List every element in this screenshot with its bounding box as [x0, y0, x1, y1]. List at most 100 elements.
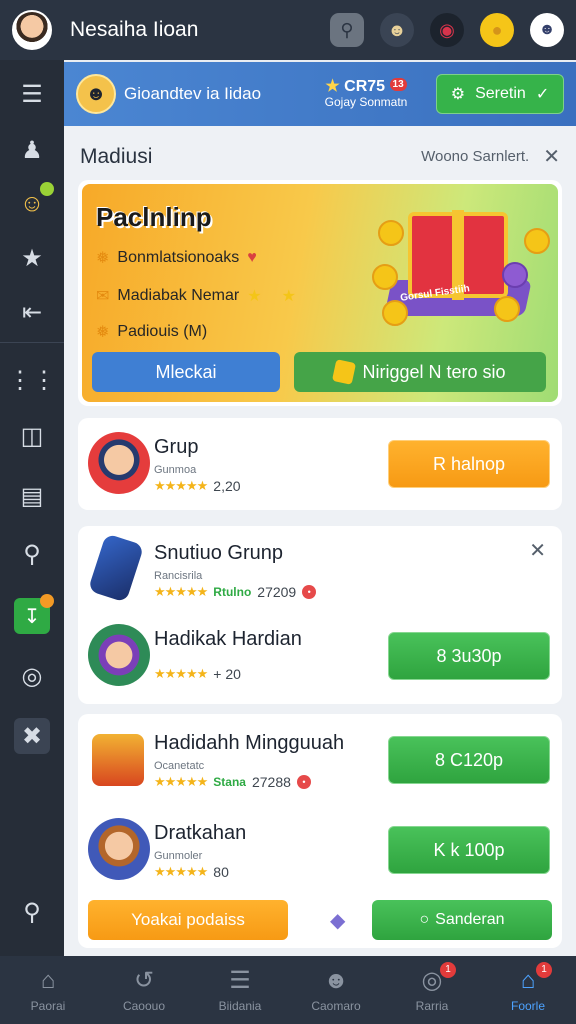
red-badge-icon: • — [296, 775, 311, 789]
send-button[interactable]: ○ Sanderan — [372, 900, 552, 940]
rank-count-badge: 13 — [389, 77, 407, 92]
swirl-icon: ↺ — [133, 967, 155, 994]
tools-icon[interactable]: ✖ — [14, 718, 50, 754]
item-action-button[interactable]: K k 100p — [388, 826, 550, 874]
section-header: Madiusi Woono Sarnlert. ✕ — [80, 144, 560, 169]
item-name: Hadikak Hardian — [154, 628, 302, 650]
promo-row: ❅ Padiouis (M) — [96, 323, 208, 341]
nav-item-swirl[interactable]: ↺ Caoouo — [96, 956, 192, 1024]
section-link[interactable]: Woono Sarnlert. — [421, 148, 529, 165]
folder-icon[interactable]: ▤ — [14, 478, 50, 514]
rating-stars: ★★★★★ — [154, 584, 208, 599]
coin-icon — [372, 264, 398, 290]
item-subtitle: Gunmoler — [154, 850, 203, 862]
profile-name: Gioandtev ia Iidao — [124, 84, 262, 103]
diamond-icon[interactable]: ◆ — [330, 908, 345, 933]
rank-info: ★ CR75 13 Gojay Sonmatn — [302, 77, 430, 110]
item-meta: ★★★★★ Rtulno 27209 • — [154, 584, 317, 600]
circle-icon: ○ — [419, 911, 430, 928]
avatar — [88, 818, 150, 880]
search-icon[interactable]: ⚲ — [330, 13, 364, 47]
nav-item-home-active[interactable]: ⌂ 1 Foorle — [480, 956, 576, 1024]
heart-icon: ♥ — [247, 249, 257, 266]
rating-stars: ★★★★★ — [154, 478, 208, 493]
item-name: Snutiuo Grunp — [154, 542, 283, 564]
reload-button[interactable]: Yoakai podaiss — [88, 900, 288, 940]
star-icon[interactable]: ★ — [14, 240, 50, 276]
item-subtitle: Ocanetatc — [154, 760, 205, 772]
bottom-nav: ⌂ Paorai ↺ Caoouo ☰ Biidania ☻ Caomaro ◎ 1 Rar… — [0, 956, 576, 1024]
chat-icon: ☰ — [229, 967, 251, 994]
settings-button-label: Seretin — [475, 85, 526, 102]
item-name: Grup — [154, 436, 199, 458]
avatar — [88, 432, 150, 494]
person-icon[interactable]: ♟ — [14, 132, 50, 168]
item-action-button[interactable]: 8 3u30p — [388, 632, 550, 680]
people-icon[interactable]: ☻ — [380, 13, 414, 47]
nav-item-chat[interactable]: ☰ Biidania — [192, 956, 288, 1024]
disc-icon[interactable]: ◎ — [14, 658, 50, 694]
promo-title: Paclnlinp — [96, 202, 212, 232]
item-action-button[interactable]: 8 C120p — [388, 736, 550, 784]
item-subtitle: Gunmoa — [154, 464, 197, 476]
list-item[interactable]: Hadikak Hardian ★★★★★ + 20 8 3u30p — [78, 616, 562, 696]
nav-item-group[interactable]: ☻ Caomaro — [288, 956, 384, 1024]
search-icon[interactable]: ⚲ — [14, 536, 50, 572]
gear-icon: ❅ — [96, 324, 110, 341]
notification-badge: 1 — [536, 962, 552, 978]
coin-icon[interactable]: ● — [480, 13, 514, 47]
gear-icon: ⚙ — [450, 86, 466, 103]
user-avatar-icon[interactable] — [12, 10, 52, 50]
item-meta: ★★★★★ + 20 — [154, 666, 241, 682]
promo-row: ❅ Bonmlatsionoaks ♥ — [96, 249, 257, 267]
list-item[interactable]: Grup Gunmoa ★★★★★ 2,20 R halnop — [78, 424, 562, 504]
rank-badge-text: CR75 — [344, 77, 386, 95]
menu-icon[interactable]: ☰ — [14, 76, 50, 112]
promo-row: ✉ Madiabak Nemar ★ ★ — [96, 287, 296, 305]
star-icon: ★ — [325, 77, 340, 95]
group-card: ✕ Snutiuo Grunp Rancisrila ★★★★★ Rtulno 27… — [78, 526, 562, 704]
apps-icon[interactable]: ⋮⋮ — [8, 362, 56, 398]
record-icon[interactable]: ◉ — [430, 13, 464, 47]
star-icon: ★ — [247, 288, 262, 305]
item-meta: ★★★★★ Stana 27288 • — [154, 774, 311, 790]
star-icon: ★ — [281, 288, 296, 305]
document-icon[interactable]: ◫ — [14, 418, 50, 454]
bottom-actions: Yoakai podaiss ◆ ○ Sanderan — [76, 898, 564, 942]
nav-item-target[interactable]: ◎ 1 Rarria — [384, 956, 480, 1024]
emoji-icon[interactable]: ☺ — [14, 182, 54, 222]
avatar — [88, 624, 150, 686]
tag-icon — [332, 359, 357, 385]
list-item[interactable]: Hadidahh Mingguuah Ocanetatc ★★★★★ Stana 2… — [78, 720, 562, 800]
sidebar: ☰ ♟ ☺ ★ ⇤ ⋮⋮ ◫ ▤ ⚲ ↧ ◎ ✖ ⚲ — [0, 60, 64, 956]
profile-strip: ☻ Gioandtev ia Iidao ★ CR75 13 Gojay Son… — [64, 62, 576, 126]
settings-button[interactable]: ⚙ Seretin ✓ — [436, 74, 564, 114]
search-bottom-icon[interactable]: ⚲ — [14, 894, 50, 930]
list-item[interactable]: Dratkahan Gunmoler ★★★★★ 80 K k 100p — [78, 810, 562, 890]
app-title: Nesaiha Iioan — [70, 18, 199, 41]
coin-icon — [494, 296, 520, 322]
red-badge-icon: • — [302, 585, 317, 599]
promo-secondary-button[interactable]: Niriggel N tero sio — [294, 352, 546, 392]
home-icon: ⌂ — [40, 967, 56, 994]
item-name: Hadidahh Mingguuah — [154, 732, 345, 754]
check-icon: ✓ — [535, 86, 550, 103]
rating-stars: ★★★★★ — [154, 774, 208, 789]
phone-icon — [87, 533, 145, 603]
exit-icon[interactable]: ⇤ — [14, 294, 50, 330]
profile-icon[interactable]: ☻ — [530, 13, 564, 47]
coin-icon — [378, 220, 404, 246]
list-item[interactable]: Snutiuo Grunp Rancisrila ★★★★★ Rtulno 2720… — [78, 530, 562, 610]
top-bar: Nesaiha Iioan ⚲ ☻ ◉ ● ☻ — [0, 0, 576, 60]
gift-icon — [92, 734, 144, 786]
download-icon[interactable]: ↧ — [14, 594, 54, 634]
section-title: Madiusi — [80, 144, 153, 168]
group-card: Grup Gunmoa ★★★★★ 2,20 R halnop — [78, 418, 562, 510]
rank-subtext: Gojay Sonmatn — [324, 95, 408, 110]
item-action-button[interactable]: R halnop — [388, 440, 550, 488]
notification-badge: 1 — [440, 962, 456, 978]
nav-item-home[interactable]: ⌂ Paorai — [0, 956, 96, 1024]
group-icon: ☻ — [323, 967, 349, 994]
close-icon[interactable]: ✕ — [543, 144, 560, 169]
promo-primary-button[interactable]: Mleckai — [92, 352, 280, 392]
